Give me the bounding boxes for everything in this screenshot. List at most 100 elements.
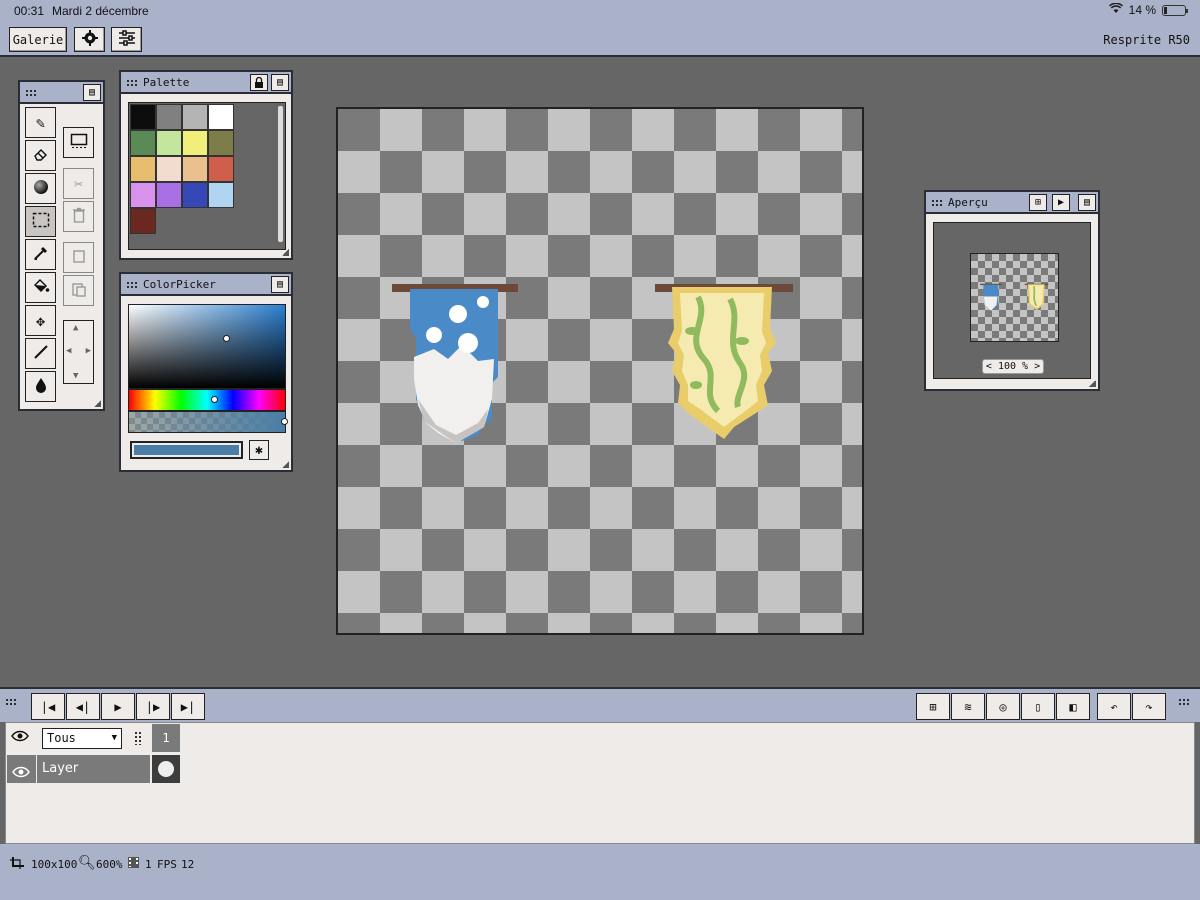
preview-play-icon[interactable]: ▶ xyxy=(1052,194,1070,211)
preview-viewport[interactable]: < 100 % > xyxy=(933,222,1091,379)
layer-visibility-toggle[interactable] xyxy=(7,755,36,783)
palette-panel: Palette ▤ xyxy=(119,70,293,260)
selection-icon xyxy=(32,212,50,232)
drag-handle-icon[interactable] xyxy=(126,79,138,87)
settings-button[interactable] xyxy=(74,27,105,52)
copy-button[interactable] xyxy=(63,242,94,273)
eye-icon[interactable] xyxy=(11,730,29,746)
nudge-down-icon[interactable]: ▼ xyxy=(73,371,78,381)
drag-handle-icon[interactable] xyxy=(931,199,943,207)
palette-swatch[interactable] xyxy=(156,104,182,130)
resize-handle-icon[interactable] xyxy=(94,400,101,407)
palette-swatch[interactable] xyxy=(130,208,156,234)
preview-panel-header[interactable]: Aperçu ⊞ ▶ ▤ xyxy=(926,192,1098,214)
selection-tool[interactable] xyxy=(25,206,56,237)
drag-handle-icon[interactable] xyxy=(25,89,37,97)
layer-name[interactable]: Layer xyxy=(37,755,150,783)
current-color-swatch[interactable] xyxy=(130,441,243,459)
palette-swatch[interactable] xyxy=(182,130,208,156)
drawing-canvas[interactable] xyxy=(336,107,864,635)
palette-swatch[interactable] xyxy=(208,156,234,182)
next-frame-button[interactable]: |▶ xyxy=(136,693,170,720)
eraser-tool[interactable] xyxy=(25,140,56,171)
palette-swatch[interactable] xyxy=(208,104,234,130)
frame-number[interactable]: 1 xyxy=(152,724,180,752)
lock-icon[interactable] xyxy=(250,74,268,91)
resize-handle-icon[interactable] xyxy=(282,249,289,256)
resize-handle-icon[interactable] xyxy=(282,461,289,468)
panel-menu-icon[interactable]: ▤ xyxy=(271,74,289,91)
palette-swatch[interactable] xyxy=(156,156,182,182)
redo-button[interactable]: ↷ xyxy=(1132,693,1166,720)
palette-swatch[interactable] xyxy=(156,182,182,208)
hue-slider[interactable] xyxy=(128,389,286,411)
nudge-up-icon[interactable]: ▲ xyxy=(73,323,78,333)
alpha-slider[interactable] xyxy=(128,411,288,433)
palette-swatch[interactable] xyxy=(130,104,156,130)
panel-menu-icon[interactable]: ▤ xyxy=(1078,194,1096,211)
first-frame-button[interactable]: |◀ xyxy=(31,693,65,720)
transform-button[interactable] xyxy=(63,127,94,158)
layer-filter-select[interactable]: Tous ▼ xyxy=(42,728,122,749)
panel-menu-icon[interactable]: ▤ xyxy=(83,84,101,101)
drag-handle-icon[interactable] xyxy=(134,731,142,745)
frame-cell[interactable] xyxy=(152,755,180,783)
nudge-right-icon[interactable]: ▶ xyxy=(86,346,91,356)
yellow-vine-banner xyxy=(655,284,793,439)
preview-artwork xyxy=(980,283,1049,311)
mirror-button[interactable]: ◧ xyxy=(1056,693,1090,720)
hue-cursor-icon[interactable] xyxy=(211,396,218,403)
palette-swatch[interactable] xyxy=(182,156,208,182)
tools-panel: ▤ ✎ ✥ ✂ ▲ ◀ ▶ ▼ xyxy=(18,80,105,411)
shade-tool[interactable] xyxy=(25,173,56,204)
trash-icon xyxy=(72,207,86,227)
panel-menu-icon[interactable]: ▤ xyxy=(271,276,289,293)
play-button[interactable]: ▶ xyxy=(101,693,135,720)
palette-swatch[interactable] xyxy=(130,156,156,182)
cut-button[interactable]: ✂ xyxy=(63,168,94,199)
undo-button[interactable]: ↶ xyxy=(1097,693,1131,720)
palette-swatch[interactable] xyxy=(208,130,234,156)
delete-button[interactable] xyxy=(63,201,94,232)
frame-settings-button[interactable]: ▯ xyxy=(1021,693,1055,720)
eyedropper-tool[interactable] xyxy=(25,239,56,270)
palette-swatch[interactable] xyxy=(182,104,208,130)
line-tool[interactable] xyxy=(25,338,56,369)
palette-swatch[interactable] xyxy=(130,182,156,208)
onion-skin-button[interactable]: ◎ xyxy=(986,693,1020,720)
gallery-button[interactable]: Galerie xyxy=(9,27,67,52)
preview-grid-icon[interactable]: ⊞ xyxy=(1029,194,1047,211)
drag-handle-icon[interactable] xyxy=(1178,698,1190,706)
pencil-tool[interactable]: ✎ xyxy=(25,107,56,138)
drag-handle-icon[interactable] xyxy=(5,698,17,706)
last-frame-button[interactable]: ▶| xyxy=(171,693,205,720)
colorpicker-panel-header[interactable]: ColorPicker ▤ xyxy=(121,274,291,296)
move-tool[interactable]: ✥ xyxy=(25,305,56,336)
sv-cursor-icon[interactable] xyxy=(223,335,230,342)
water-drop-tool[interactable] xyxy=(25,371,56,402)
alpha-cursor-icon[interactable] xyxy=(281,418,288,425)
palette-scrollbar[interactable] xyxy=(278,106,283,242)
nudge-pad[interactable]: ▲ ◀ ▶ ▼ xyxy=(63,320,94,384)
palette-swatch[interactable] xyxy=(130,130,156,156)
saturation-value-square[interactable] xyxy=(128,304,286,389)
nudge-left-icon[interactable]: ◀ xyxy=(66,346,71,356)
resize-handle-icon[interactable] xyxy=(1089,380,1096,387)
grid-toggle-button[interactable]: ⊞ xyxy=(916,693,950,720)
palette-panel-header[interactable]: Palette ▤ xyxy=(121,72,291,94)
palette-swatch[interactable] xyxy=(208,182,234,208)
previous-frame-button[interactable]: ◀| xyxy=(66,693,100,720)
adjustments-button[interactable] xyxy=(111,27,142,52)
battery-icon xyxy=(1162,4,1188,16)
color-options-button[interactable]: ✱ xyxy=(249,440,269,460)
fill-tool[interactable] xyxy=(25,272,56,303)
preview-zoom-control[interactable]: < 100 % > xyxy=(982,359,1044,374)
eye-icon xyxy=(12,763,30,782)
tools-panel-header[interactable]: ▤ xyxy=(20,82,103,104)
paste-button[interactable] xyxy=(63,275,94,306)
layers-toggle-button[interactable]: ≋ xyxy=(951,693,985,720)
palette-swatch[interactable] xyxy=(182,182,208,208)
shade-ball-icon xyxy=(33,179,49,199)
palette-swatch[interactable] xyxy=(156,130,182,156)
drag-handle-icon[interactable] xyxy=(126,281,138,289)
